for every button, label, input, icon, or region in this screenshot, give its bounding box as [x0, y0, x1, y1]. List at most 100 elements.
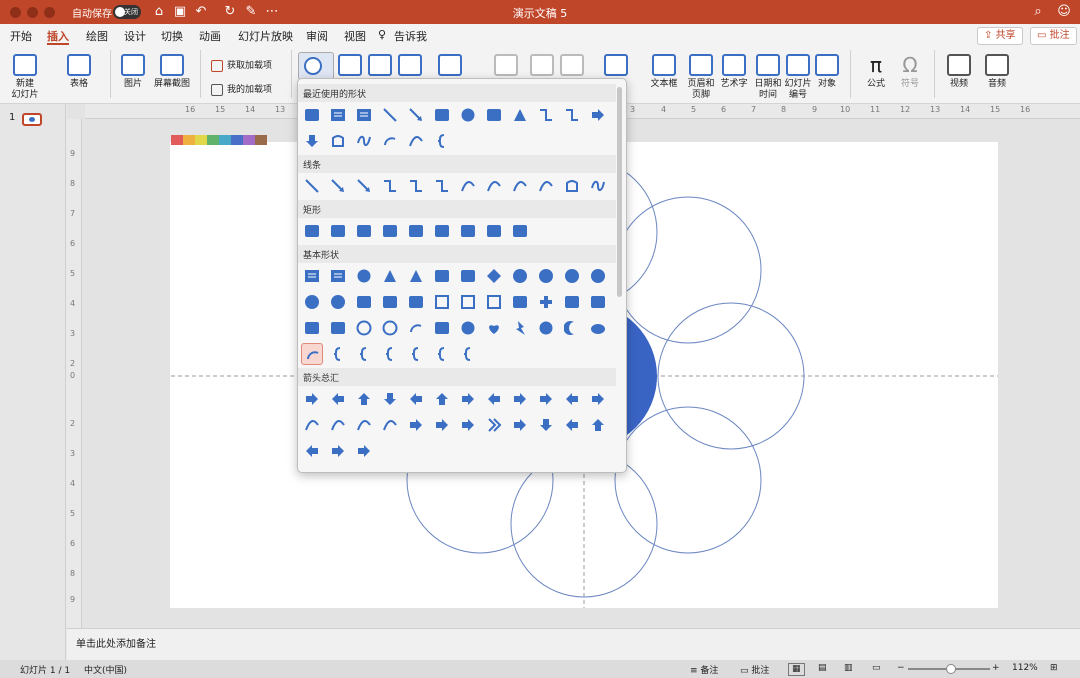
shape-quad-arrow[interactable] [457, 388, 479, 410]
action-button[interactable] [530, 54, 554, 79]
tab-review[interactable]: 审阅 [306, 28, 328, 44]
chart-button[interactable] [438, 54, 462, 79]
shape-half-frame[interactable] [457, 291, 479, 313]
shape-elbow[interactable] [379, 175, 401, 197]
tell-me[interactable]: 告诉我 [394, 28, 427, 44]
shape-bent-arrow[interactable] [509, 388, 531, 410]
icons-button[interactable] [338, 54, 362, 79]
shape-pentagon[interactable] [509, 265, 531, 287]
shape-snip2-rect[interactable] [379, 220, 401, 242]
shape-triangle[interactable] [509, 104, 531, 126]
datetime-button[interactable]: 日期和 时间 [752, 54, 784, 101]
zoom-in-icon[interactable]: + [992, 663, 1000, 673]
shape-curve[interactable] [405, 130, 427, 152]
shape-round-diag-rect[interactable] [483, 220, 505, 242]
shape-right-arrow[interactable] [587, 104, 609, 126]
symbol-button[interactable]: Ω 符号 [894, 54, 926, 90]
shapes-button[interactable] [298, 52, 334, 80]
shape-trapezoid[interactable] [457, 265, 479, 287]
shape-cross[interactable] [535, 291, 557, 313]
shape-arc[interactable] [301, 343, 323, 365]
shape-striped-arrow[interactable] [405, 414, 427, 436]
tab-home[interactable]: 开始 [10, 28, 32, 44]
shape-quad-callout[interactable] [327, 440, 349, 462]
shape-teardrop[interactable] [405, 291, 427, 313]
shape-cube[interactable] [301, 317, 323, 339]
shape-vtextbox[interactable] [327, 265, 349, 287]
shape-moon[interactable] [561, 317, 583, 339]
shape-pentagon-arrow[interactable] [457, 414, 479, 436]
shape-parallelogram[interactable] [431, 265, 453, 287]
shape-decagon[interactable] [301, 291, 323, 313]
shape-dodecagon[interactable] [327, 291, 349, 313]
shape-rounded-rect[interactable] [509, 220, 531, 242]
3d-models-button[interactable] [368, 54, 392, 79]
link-button[interactable] [494, 54, 518, 79]
shape-double-bracket[interactable] [327, 343, 349, 365]
shape-line[interactable] [301, 175, 323, 197]
shape-no-symbol[interactable] [379, 317, 401, 339]
star-button[interactable] [560, 54, 584, 79]
shape-double-arrow-line[interactable] [353, 175, 375, 197]
shape-left-callout[interactable] [561, 414, 583, 436]
shape-left-right-callout[interactable] [301, 440, 323, 462]
zoom-level[interactable]: 112% [1012, 663, 1038, 673]
fit-slide-icon[interactable]: ⊞ [1050, 663, 1058, 673]
slide-thumbnail[interactable] [22, 113, 42, 126]
textbox-button[interactable]: 文本框 [644, 54, 684, 90]
comments-toggle[interactable]: ▭ 批注 [740, 663, 769, 676]
new-slide-button[interactable]: 新建 幻灯片 [8, 54, 42, 101]
comments-button[interactable]: ▭ 批注 [1030, 27, 1077, 45]
shape-left-brace[interactable] [431, 130, 453, 152]
comment-insert-button[interactable] [604, 54, 628, 79]
shape-bevel[interactable] [327, 317, 349, 339]
shape-donut[interactable] [353, 317, 375, 339]
shape-round1-rect[interactable] [431, 220, 453, 242]
shape-snip-round-rect[interactable] [405, 220, 427, 242]
slideshow-icon[interactable]: ▭ [872, 663, 881, 673]
notes-toggle[interactable]: ≡ 备注 [690, 663, 718, 676]
shape-frame[interactable] [431, 291, 453, 313]
shape-rect[interactable] [301, 220, 323, 242]
object-button[interactable]: 对象 [812, 54, 842, 90]
shape-left-brace[interactable] [431, 343, 453, 365]
shape-heart[interactable] [483, 317, 505, 339]
shape-lightning[interactable] [509, 317, 531, 339]
shape-scribble[interactable] [587, 175, 609, 197]
shape-rect[interactable] [301, 104, 323, 126]
shape-l-shape[interactable] [483, 291, 505, 313]
shape-elbow-double[interactable] [431, 175, 453, 197]
language[interactable]: 中文(中国) [84, 663, 127, 676]
shape-up-callout[interactable] [587, 414, 609, 436]
shape-right-brace[interactable] [457, 343, 479, 365]
table-button[interactable]: 表格 [62, 54, 96, 90]
shape-can[interactable] [587, 291, 609, 313]
shape-diamond[interactable] [483, 265, 505, 287]
notes-pane[interactable]: 单击此处添加备注 [67, 628, 1080, 660]
shape-octagon[interactable] [587, 265, 609, 287]
wordart-button[interactable]: 艺术字 [716, 54, 752, 90]
petal-circle-bottom-right[interactable] [614, 406, 762, 554]
shape-curved[interactable] [457, 175, 479, 197]
shape-oval[interactable] [457, 104, 479, 126]
shape-snip-rect[interactable] [353, 220, 375, 242]
tab-animations[interactable]: 动画 [199, 28, 221, 44]
account-icon[interactable]: ☺ [1056, 4, 1072, 20]
shape-rounded-rect[interactable] [327, 220, 349, 242]
shape-scribble[interactable] [353, 130, 375, 152]
tab-insert[interactable]: 插入 [47, 28, 69, 44]
tab-draw[interactable]: 绘图 [86, 28, 108, 44]
shape-sun[interactable] [535, 317, 557, 339]
tab-slideshow[interactable]: 幻灯片放映 [238, 28, 293, 44]
tab-view[interactable]: 视图 [344, 28, 366, 44]
video-button[interactable]: 视频 [942, 54, 976, 90]
shape-up-down-arrow[interactable] [431, 388, 453, 410]
shape-vtextbox[interactable] [353, 104, 375, 126]
shape-block-arc[interactable] [405, 317, 427, 339]
smartart-button[interactable] [398, 54, 422, 79]
tab-design[interactable]: 设计 [124, 28, 146, 44]
get-addins-button[interactable]: 获取加载项 [211, 58, 272, 72]
shape-textbox[interactable] [327, 104, 349, 126]
shape-left-up-arrow[interactable] [561, 388, 583, 410]
shape-freeform[interactable] [327, 130, 349, 152]
